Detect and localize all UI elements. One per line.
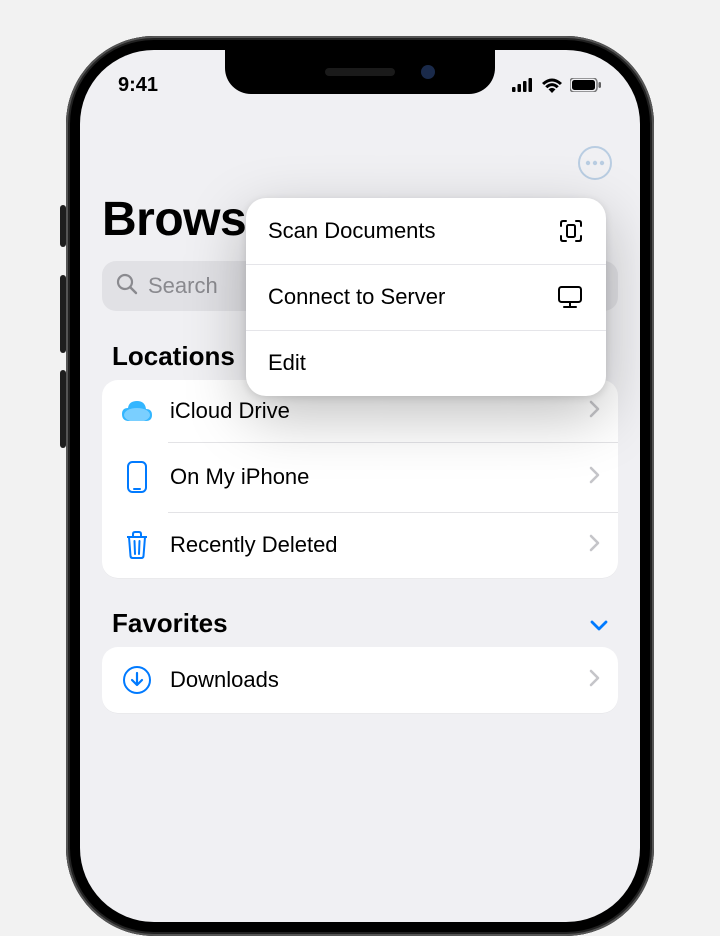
notch [225, 50, 495, 94]
chevron-right-icon [589, 466, 600, 489]
search-icon [116, 273, 138, 300]
scan-document-icon [554, 218, 584, 244]
cellular-icon [512, 78, 534, 92]
menu-item-scan-documents[interactable]: Scan Documents [246, 198, 606, 264]
section-header-favorites[interactable]: Favorites [102, 608, 618, 647]
more-button[interactable] [578, 146, 612, 180]
menu-item-label: Connect to Server [268, 284, 445, 310]
section-title: Locations [112, 341, 235, 372]
row-label: Recently Deleted [170, 532, 573, 558]
location-row-deleted[interactable]: Recently Deleted [102, 512, 618, 578]
phone-frame: 9:41 Browse [66, 36, 654, 936]
server-icon [554, 284, 584, 310]
status-time: 9:41 [118, 74, 158, 97]
icloud-icon [120, 399, 154, 423]
row-label: iCloud Drive [170, 398, 573, 424]
section-title: Favorites [112, 608, 228, 639]
iphone-icon [120, 460, 154, 494]
ellipsis-icon [585, 160, 605, 166]
status-indicators [512, 77, 602, 93]
chevron-down-icon [590, 608, 608, 639]
battery-icon [570, 78, 602, 92]
locations-card: iCloud Drive On My iPhone Recently Delet… [102, 380, 618, 578]
row-label: On My iPhone [170, 464, 573, 490]
location-row-iphone[interactable]: On My iPhone [102, 442, 618, 512]
menu-item-edit[interactable]: Edit [246, 330, 606, 396]
chevron-right-icon [589, 534, 600, 557]
chevron-right-icon [589, 400, 600, 423]
favorites-card: Downloads [102, 647, 618, 713]
trash-icon [120, 530, 154, 560]
download-icon [120, 665, 154, 695]
phone-screen: 9:41 Browse [80, 50, 640, 922]
row-label: Downloads [170, 667, 573, 693]
chevron-right-icon [589, 669, 600, 692]
wifi-icon [541, 77, 563, 93]
menu-item-label: Edit [268, 350, 306, 376]
more-menu-popover: Scan Documents Connect to Server Edit [246, 198, 606, 396]
menu-item-connect-server[interactable]: Connect to Server [246, 264, 606, 330]
favorite-row-downloads[interactable]: Downloads [102, 647, 618, 713]
menu-item-label: Scan Documents [268, 218, 436, 244]
